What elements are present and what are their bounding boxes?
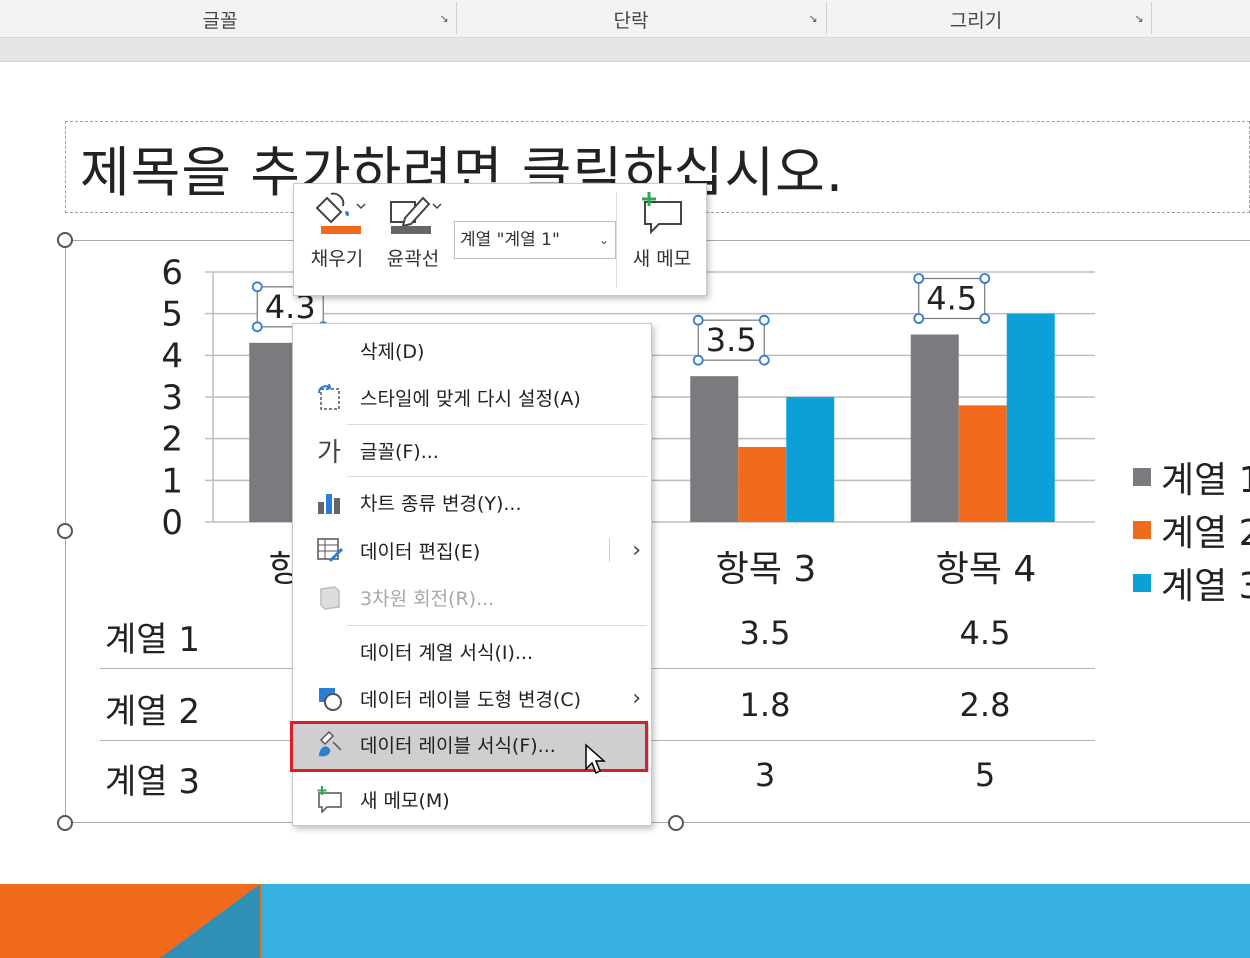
category-label: 항목 3	[715, 549, 817, 590]
legend-label: 계열 1	[1161, 460, 1250, 501]
menu-item-3d-rotation: 3차원 회전(R)...	[293, 574, 653, 620]
data-label-handle	[979, 273, 991, 284]
new-memo-label: 새 메모	[632, 248, 692, 270]
data-table-cell: 4.5	[959, 614, 1011, 652]
chevron-right-icon[interactable]: ›	[632, 538, 641, 563]
pen-outline-icon	[390, 196, 442, 234]
menu-item-label: 데이터 편집(E)	[360, 540, 481, 563]
data-table-cell: 3.5	[739, 614, 791, 652]
menu-item-label: 새 메모(M)	[360, 789, 450, 812]
menu-item-label: 데이터 계열 서식(I)...	[360, 641, 533, 664]
menu-item-label: 스타일에 맞게 다시 설정(A)	[360, 387, 581, 410]
series-select-value: 계열 "계열 1"	[460, 230, 560, 250]
reset-style-icon	[313, 381, 345, 413]
menu-item-font[interactable]: 가 글꼴(F)...	[293, 427, 653, 473]
menu-item-reset-style[interactable]: 스타일에 맞게 다시 설정(A)	[293, 374, 653, 420]
menu-item-label: 차트 종류 변경(Y)...	[360, 492, 522, 515]
data-table-cell: 2.8	[959, 686, 1011, 724]
chevron-down-icon: ⌄	[598, 233, 609, 247]
menu-item-change-label-shape[interactable]: 데이터 레이블 도형 변경(C) ›	[293, 675, 653, 721]
data-label: 4.5	[926, 280, 977, 318]
bar-2	[958, 405, 1007, 522]
legend-label: 계열 3	[1161, 566, 1250, 607]
bar-1	[249, 342, 298, 522]
data-label-handle	[758, 354, 770, 366]
data-label-handle	[251, 281, 263, 293]
mini-toolbar-separator	[616, 192, 617, 288]
data-label-handle	[692, 354, 704, 366]
data-label-handle	[758, 314, 770, 326]
series-select-dropdown[interactable]: 계열 "계열 1" ⌄	[454, 221, 616, 259]
slide-footer-triangle	[160, 884, 260, 958]
menu-item-new-memo[interactable]: 새 메모(M)	[293, 776, 653, 822]
y-tick-label: 5	[161, 295, 183, 335]
data-table-cell: 3	[754, 756, 776, 794]
chevron-right-icon[interactable]: ›	[632, 686, 641, 711]
data-label-handle	[692, 314, 704, 326]
data-table-row-label: 계열 2	[105, 692, 200, 732]
paint-bucket-icon	[315, 192, 366, 234]
bar-2	[738, 447, 787, 522]
mouse-cursor-icon	[585, 743, 606, 775]
data-label-handle	[979, 313, 991, 324]
menu-item-label: 글꼴(F)...	[360, 440, 439, 463]
menu-separator	[347, 625, 647, 626]
y-tick-label: 3	[161, 378, 183, 418]
data-label-handle	[913, 313, 925, 324]
data-table-cell: 5	[974, 756, 996, 794]
menu-item-edit-data[interactable]: 데이터 편집(E) ›	[293, 527, 653, 573]
new-comment-icon	[642, 192, 682, 235]
category-label: 항목 4	[935, 549, 1037, 590]
fill-label: 채우기	[310, 248, 364, 270]
outline-label: 윤곽선	[386, 248, 440, 270]
y-tick-label: 4	[161, 336, 183, 376]
legend-item-series3[interactable]: 계열 3	[1133, 563, 1250, 607]
menu-separator	[347, 424, 647, 425]
menu-item-label: 데이터 레이블 도형 변경(C)	[360, 688, 582, 711]
data-table-row-label: 계열 3	[105, 762, 200, 802]
new-memo-button[interactable]: 새 메모	[622, 190, 702, 290]
menu-separator	[347, 476, 647, 477]
legend-swatch	[1133, 574, 1151, 592]
menu-item-format-data-series[interactable]: 데이터 계열 서식(I)...	[293, 628, 653, 674]
outline-button[interactable]: 윤곽선	[378, 190, 448, 290]
bar-3	[786, 397, 835, 522]
fill-button[interactable]: 채우기	[302, 190, 372, 290]
data-label-handle	[251, 321, 263, 333]
menu-item-delete[interactable]: 삭제(D)	[293, 327, 653, 373]
chart-type-icon	[313, 486, 345, 518]
legend-item-series1[interactable]: 계열 1	[1133, 457, 1250, 501]
y-tick-label: 0	[161, 503, 183, 543]
y-tick-label: 2	[161, 420, 183, 460]
y-tick-label: 6	[161, 253, 183, 293]
data-label: 3.5	[706, 321, 757, 359]
data-table-cell: 1.8	[739, 686, 791, 724]
new-memo-icon	[313, 783, 345, 815]
legend-label: 계열 2	[1161, 513, 1250, 554]
menu-item-change-chart-type[interactable]: 차트 종류 변경(Y)...	[293, 479, 653, 525]
mini-toolbar: 채우기 윤곽선 계열 "계열 1" ⌄ 새 메모	[293, 183, 707, 296]
bar-1	[910, 334, 959, 522]
legend-item-series2[interactable]: 계열 2	[1133, 510, 1250, 554]
label-shape-icon	[313, 682, 345, 714]
legend-swatch	[1133, 468, 1151, 486]
edit-data-icon	[313, 534, 345, 566]
bar-1	[690, 376, 739, 522]
bar-3	[1006, 313, 1055, 522]
data-table-row-label: 계열 1	[105, 620, 200, 660]
data-label-handle	[913, 273, 925, 284]
legend-swatch	[1133, 521, 1151, 539]
menu-item-label: 3차원 회전(R)...	[360, 587, 495, 610]
menu-item-label: 삭제(D)	[360, 340, 425, 363]
3d-rotation-icon	[313, 581, 345, 613]
submenu-split-separator	[609, 538, 610, 562]
y-tick-label: 1	[161, 461, 183, 501]
font-icon: 가	[317, 437, 341, 468]
